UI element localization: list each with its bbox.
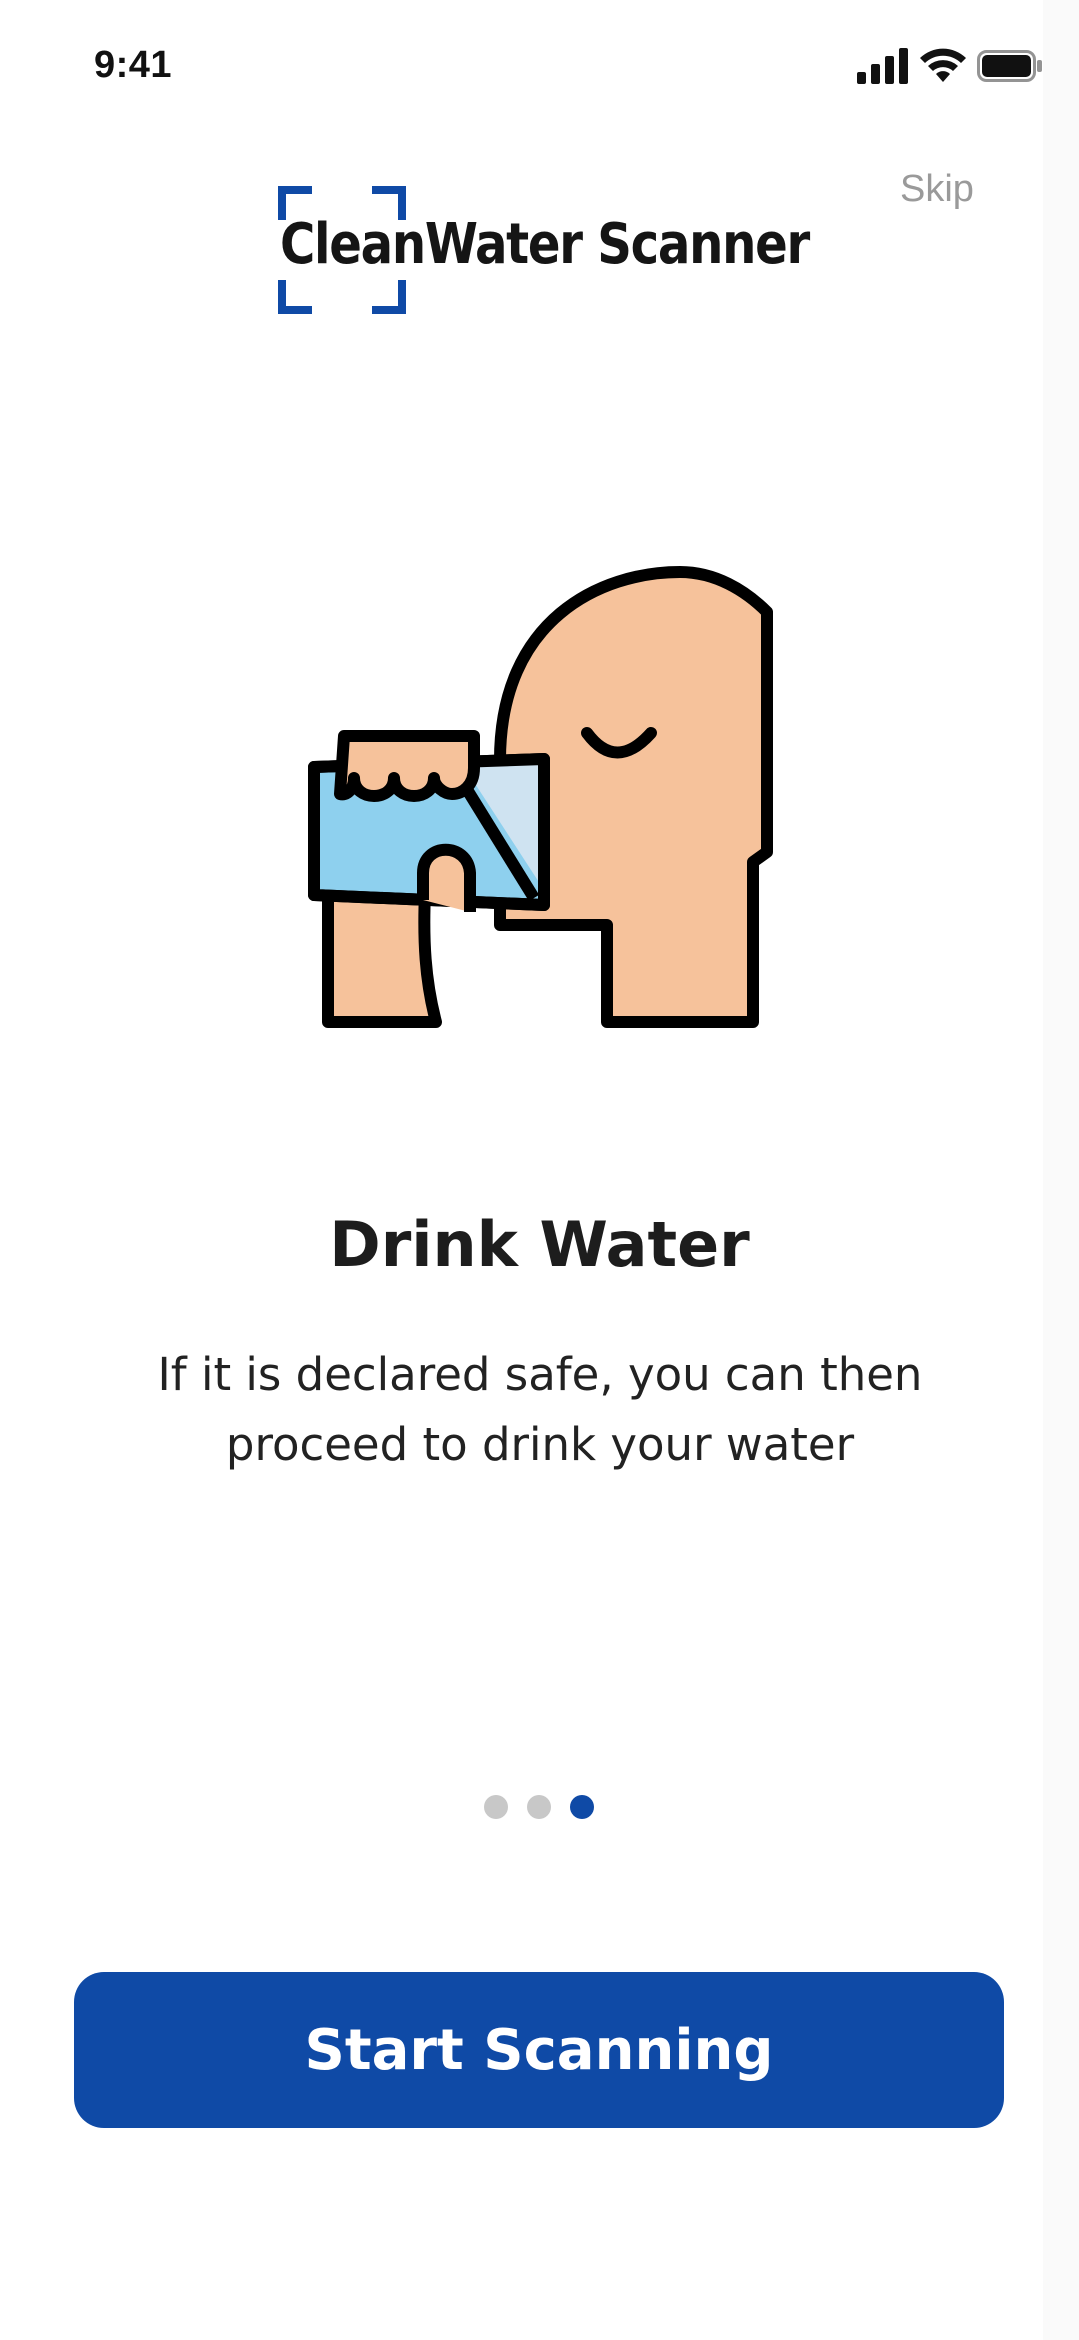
cellular-signal-icon <box>857 48 908 84</box>
status-bar: 9:41 <box>0 0 1043 135</box>
page-dot-3-active[interactable] <box>570 1795 594 1819</box>
app-logo: CleanWater Scanner <box>278 186 810 316</box>
onboarding-title: Drink Water <box>329 1208 750 1281</box>
person-drinking-water-illustration <box>308 566 773 1028</box>
wifi-icon <box>920 48 966 82</box>
page-dot-1[interactable] <box>484 1795 508 1819</box>
skip-button[interactable]: Skip <box>900 168 974 211</box>
start-scanning-button[interactable]: Start Scanning <box>74 1972 1004 2128</box>
page-indicator <box>484 1795 604 1821</box>
onboarding-description: If it is declared safe, you can then pro… <box>157 1348 923 1471</box>
screen-edge <box>1043 0 1079 2340</box>
onboarding-screen: 9:41 CleanWater Scanner Skip Drink Water… <box>0 0 1043 2340</box>
battery-icon <box>977 50 1042 82</box>
page-dot-2[interactable] <box>527 1795 551 1819</box>
app-name: CleanWater Scanner <box>280 212 810 277</box>
status-time: 9:41 <box>94 44 173 86</box>
